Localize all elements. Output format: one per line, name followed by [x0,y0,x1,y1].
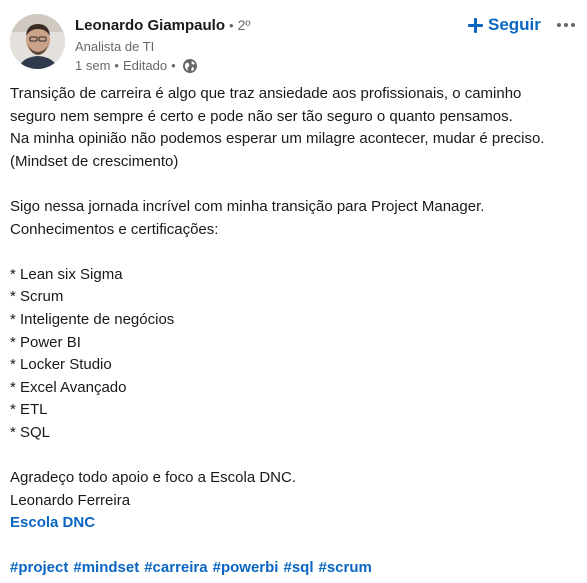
post-time[interactable]: 1 sem [75,57,110,75]
skill-list-item: * Inteligente de negócios [10,310,175,328]
post-header: Leonardo Giampaulo • 2º Analista de TI 1… [75,15,250,75]
more-options-button[interactable] [553,14,579,36]
post-body: Transição de carreira é algo que traz an… [10,83,582,580]
mention-line: Escola DNC [10,512,582,535]
post-text-line: Sigo nessa jornada incrível com minha tr… [10,197,485,215]
follow-button[interactable]: Seguir [468,12,541,38]
separator-dot: • [229,18,234,33]
avatar[interactable] [10,14,65,69]
post-text-line: seguro nem sempre é certo e pode não ser… [10,107,513,125]
skill-list-item: * Locker Studio [10,356,112,374]
meta-dot: • [171,58,176,73]
globe-icon [182,58,198,74]
hashtag-link[interactable]: #carreira [144,557,207,580]
hashtag-list: #project #mindset #carreira #powerbi #sq… [10,557,582,580]
post-text-line: Na minha opinião não podemos esperar um … [10,130,545,148]
more-icon-dot [571,23,575,27]
post-text-line: (Mindset de crescimento) [10,152,179,170]
follow-label: Seguir [488,15,541,34]
more-icon-dot [557,23,561,27]
plus-icon [468,17,483,33]
post-text-line: Agradeço todo apoio e foco a Escola DNC. [10,469,297,487]
skill-list-item: * Power BI [10,333,81,351]
skill-list-item: * Scrum [10,288,64,306]
author-name[interactable]: Leonardo Giampaulo [75,16,225,36]
feed-post: Leonardo Giampaulo • 2º Analista de TI 1… [0,0,587,583]
hashtag-link[interactable]: #mindset [73,557,139,580]
hashtag-link[interactable]: #powerbi [213,557,279,580]
skill-list-item: * ETL [10,401,48,419]
author-headline: Analista de TI [75,39,155,54]
hashtag-link[interactable]: #sql [283,557,313,580]
connection-degree: 2º [237,17,251,33]
edited-label: Editado [122,58,168,73]
post-text-line: Leonardo Ferreira [10,491,131,509]
more-icon-dot [564,23,568,27]
hashtag-link[interactable]: #scrum [319,557,372,580]
skill-list-item: * Excel Avançado [10,378,127,396]
skill-list-item: * SQL [10,423,51,441]
meta-dot: • [114,58,119,73]
post-text-line: Transição de carreira é algo que traz an… [10,85,522,102]
company-mention-link[interactable]: Escola DNC [10,514,95,531]
post-text-line: Conhecimentos e certificações: [10,220,219,238]
skill-list-item: * Lean six Sigma [10,265,123,283]
post-meta: 1 sem • Editado • [75,57,250,75]
name-line: Leonardo Giampaulo • 2º [75,15,250,36]
hashtag-link[interactable]: #project [10,557,68,580]
